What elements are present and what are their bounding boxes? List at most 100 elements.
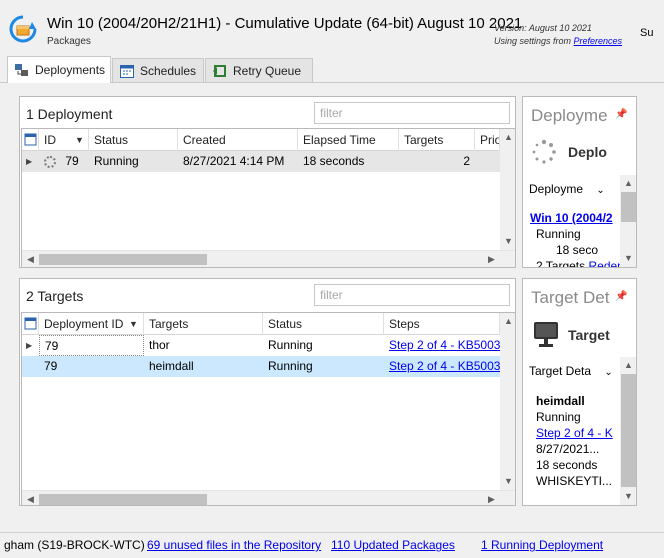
scroll-right-arrow-icon[interactable]: ▶ [483, 251, 500, 267]
right-edge-strip [641, 96, 664, 506]
row-indicator-icon: ▶ [26, 157, 33, 166]
targets-panel-title: 2 Targets [26, 288, 84, 304]
target-status: Running [268, 359, 313, 373]
target-name-text: heimdall [536, 394, 585, 408]
column-deployment-id[interactable]: Deployment ID ▼ [39, 313, 144, 335]
table-row[interactable]: ▶ 79 Running 8/27/2021 4:14 PM 18 second… [22, 151, 500, 172]
filter-dropdown-icon[interactable]: ▼ [75, 129, 84, 151]
deployment-targets-count: 2 Targets [536, 259, 589, 268]
targets-filter-input[interactable]: filter [314, 284, 510, 306]
scroll-left-arrow-icon[interactable]: ◀ [22, 491, 39, 505]
target-details-scrollbar[interactable]: ▲ ▼ [620, 357, 636, 505]
chevron-down-icon: ⌄ [604, 367, 613, 378]
column-targets[interactable]: Targets [399, 129, 475, 151]
scrollbar-thumb[interactable] [39, 494, 207, 505]
target-steps-link[interactable]: Step 2 of 4 - KB5003 [389, 359, 500, 373]
scroll-down-arrow-icon[interactable]: ▼ [620, 488, 636, 505]
deployments-filter-input[interactable]: filter [314, 102, 510, 124]
column-chooser-icon[interactable] [22, 129, 39, 151]
column-status[interactable]: Status [89, 129, 178, 151]
deployment-id-cell: 79 [39, 151, 89, 172]
target-elapsed-text: 18 seconds [536, 458, 598, 472]
tab-deployments[interactable]: Deployments [7, 56, 111, 83]
pin-icon[interactable]: 📌 [615, 109, 627, 120]
deployment-elapsed-text: 18 seco [556, 243, 599, 257]
targets-vertical-scrollbar[interactable]: ▲ ▼ [500, 313, 515, 490]
scroll-up-arrow-icon[interactable]: ▲ [620, 175, 636, 192]
calendar-icon [119, 63, 135, 79]
deployment-created: 8/27/2021 4:14 PM [183, 154, 285, 168]
table-row[interactable]: ▶ 79 thor Running Step 2 of 4 - KB5003 [22, 335, 500, 356]
deployment-name-cell: Win 10 (2004/2 [530, 211, 613, 225]
deployment-name-link[interactable]: Win 10 (2004/2 [530, 211, 613, 225]
settings-source-label: Using settings from [494, 36, 574, 46]
column-steps[interactable]: Steps [384, 313, 500, 335]
column-targets[interactable]: Targets [144, 313, 263, 335]
scroll-right-arrow-icon[interactable]: ▶ [483, 491, 500, 505]
deployments-horizontal-scrollbar[interactable]: ◀ ▶ [22, 250, 515, 267]
deployment-details-title: Deployme [531, 106, 608, 125]
status-bar: gham (S19-BROCK-WTC) 69 unused files in … [0, 532, 664, 558]
scroll-up-arrow-icon[interactable]: ▲ [620, 357, 636, 374]
column-elapsed-time[interactable]: Elapsed Time [298, 129, 399, 151]
column-created[interactable]: Created [178, 129, 298, 151]
targets-horizontal-scrollbar[interactable]: ◀ ▶ [22, 490, 515, 505]
target-deployment-id: 79 [39, 335, 144, 356]
tab-schedules-label: Schedules [140, 63, 197, 78]
deployments-icon [14, 62, 30, 78]
column-id-label: ID [44, 133, 56, 147]
deployment-status-text: Running [536, 227, 581, 241]
pin-icon[interactable]: 📌 [615, 291, 627, 302]
page-title: Win 10 (2004/20H2/21H1) - Cumulative Upd… [47, 15, 523, 32]
unused-files-link[interactable]: 69 unused files in the Repository [147, 538, 321, 552]
tab-retry-queue[interactable]: Retry Queue [205, 58, 313, 82]
package-logo-icon [8, 14, 38, 44]
page-subtitle: Packages [47, 36, 91, 47]
scroll-up-arrow-icon[interactable]: ▲ [500, 313, 515, 330]
scroll-down-arrow-icon[interactable]: ▼ [500, 473, 515, 490]
filter-dropdown-icon[interactable]: ▼ [129, 313, 138, 335]
target-details-title: Target Det [531, 288, 610, 307]
tab-schedules[interactable]: Schedules [112, 58, 204, 82]
status-user-host: gham (S19-BROCK-WTC) [4, 538, 145, 552]
scrollbar-thumb[interactable] [621, 192, 636, 222]
target-steps-link[interactable]: Step 2 of 4 - KB5003 [389, 338, 500, 352]
deployment-details-dropdown[interactable]: Deployme ⌄ [529, 182, 605, 196]
target-details-dropdown[interactable]: Target Deta ⌄ [529, 364, 613, 378]
redeploy-link[interactable]: Redep [588, 259, 623, 267]
column-chooser-icon[interactable] [22, 313, 39, 335]
updated-packages-link[interactable]: 110 Updated Packages [331, 538, 455, 552]
deployment-elapsed: 18 seconds [303, 154, 365, 168]
chevron-down-icon: ⌄ [596, 185, 605, 196]
target-details-panel: Target Det 📌 Target Target Deta ⌄ heimda… [522, 278, 637, 506]
target-details-dropdown-label: Target Deta [529, 364, 592, 378]
tab-deployments-label: Deployments [35, 63, 106, 77]
target-step-link[interactable]: Step 2 of 4 - K [536, 426, 613, 440]
target-host-text: WHISKEYTI... [536, 474, 613, 488]
column-id[interactable]: ID ▼ [39, 129, 89, 151]
deployment-details-scrollbar[interactable]: ▲ ▼ [620, 175, 636, 267]
scrollbar-thumb[interactable] [621, 374, 636, 487]
table-row[interactable]: 79 heimdall Running Step 2 of 4 - KB5003 [22, 356, 500, 377]
scrollbar-thumb[interactable] [39, 254, 207, 265]
target-status: Running [268, 338, 313, 352]
deployments-vertical-scrollbar[interactable]: ▲ ▼ [500, 129, 515, 250]
scroll-down-arrow-icon[interactable]: ▼ [620, 250, 636, 267]
column-priority[interactable]: Prio [475, 129, 500, 151]
target-step-cell: Step 2 of 4 - K [536, 426, 613, 440]
column-status[interactable]: Status [263, 313, 384, 335]
scroll-down-arrow-icon[interactable]: ▼ [500, 233, 515, 250]
deployment-status: Running [94, 154, 139, 168]
version-text: Version: August 10 2021 [494, 23, 592, 33]
targets-grid: Deployment ID ▼ Targets Status Steps ▶ 7… [21, 312, 516, 506]
scroll-left-arrow-icon[interactable]: ◀ [22, 251, 39, 267]
deployment-details-heading: Deplo [568, 144, 607, 160]
scroll-up-arrow-icon[interactable]: ▲ [500, 129, 515, 146]
target-deployment-id: 79 [44, 359, 58, 373]
monitor-icon [533, 321, 559, 349]
deployment-targets-text: 2 Targets Redep [536, 259, 624, 268]
target-name: thor [149, 338, 170, 352]
running-deployment-link[interactable]: 1 Running Deployment [481, 538, 603, 552]
preferences-link[interactable]: Preferences [574, 36, 623, 46]
retry-icon [212, 63, 228, 79]
